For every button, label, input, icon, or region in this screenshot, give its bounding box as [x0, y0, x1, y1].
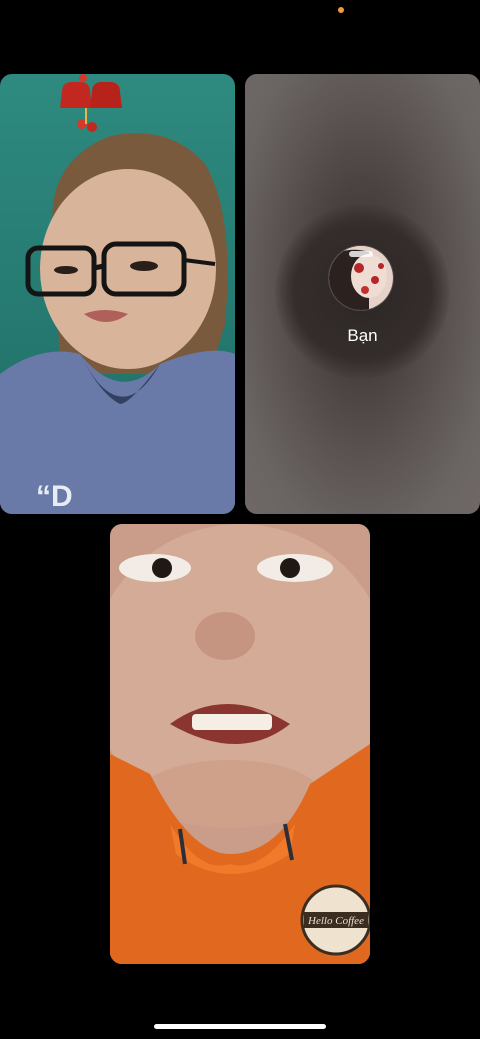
coffee-logo-patch: Hello Coffee	[300, 884, 370, 956]
bell-decoration	[60, 74, 122, 132]
participant-3-video: Hello Coffee	[110, 524, 370, 964]
video-tile-participant-3[interactable]: Hello Coffee	[110, 524, 370, 964]
self-participant-name: Bạn	[347, 326, 378, 345]
privacy-indicator-dot	[338, 7, 344, 13]
participant-1-video: “D	[0, 74, 235, 514]
video-tile-self[interactable]: Bạn	[245, 74, 480, 514]
profile-avatar-icon	[329, 246, 393, 310]
svg-text:Hello Coffee: Hello Coffee	[307, 915, 364, 927]
home-indicator[interactable]	[154, 1024, 326, 1029]
video-tile-participant-1[interactable]: “D	[0, 74, 235, 514]
svg-text:“D: “D	[36, 480, 73, 513]
